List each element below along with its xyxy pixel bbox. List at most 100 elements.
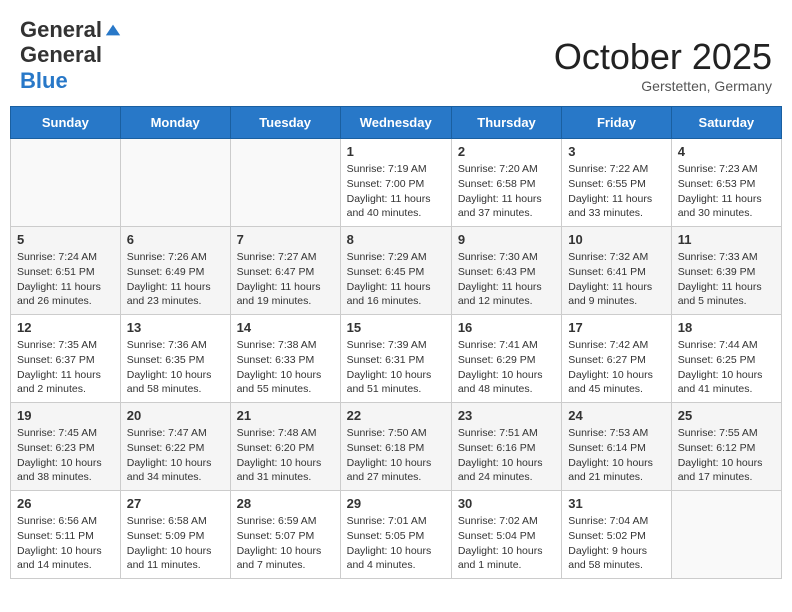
weekday-header-tuesday: Tuesday: [230, 107, 340, 139]
calendar-cell: 14 Sunrise: 7:38 AM Sunset: 6:33 PM Dayli…: [230, 315, 340, 403]
day-number: 21: [237, 408, 334, 423]
calendar-cell: 16 Sunrise: 7:41 AM Sunset: 6:29 PM Dayli…: [451, 315, 561, 403]
logo-blue-part: Blue: [20, 68, 68, 93]
day-number: 11: [678, 232, 775, 247]
day-number: 2: [458, 144, 555, 159]
calendar-cell: 9 Sunrise: 7:30 AM Sunset: 6:43 PM Daylig…: [451, 227, 561, 315]
month-title: October 2025: [554, 36, 772, 78]
logo-general-part: General: [20, 42, 102, 68]
calendar-cell: 21 Sunrise: 7:48 AM Sunset: 6:20 PM Dayli…: [230, 403, 340, 491]
calendar-cell: 30Sunrise: 7:02 AM Sunset: 5:04 PM Dayli…: [451, 491, 561, 579]
calendar-cell: 12 Sunrise: 7:35 AM Sunset: 6:37 PM Dayli…: [11, 315, 121, 403]
calendar-cell: 4 Sunrise: 7:23 AM Sunset: 6:53 PM Daylig…: [671, 139, 781, 227]
day-info: Sunrise: 7:45 AM Sunset: 6:23 PM Dayligh…: [17, 426, 114, 485]
day-number: 6: [127, 232, 224, 247]
calendar-cell: 1 Sunrise: 7:19 AM Sunset: 7:00 PM Daylig…: [340, 139, 451, 227]
day-info: Sunrise: 7:20 AM Sunset: 6:58 PM Dayligh…: [458, 162, 555, 221]
day-number: 28: [237, 496, 334, 511]
day-number: 29: [347, 496, 445, 511]
calendar-cell: [11, 139, 121, 227]
day-info: Sunrise: 7:55 AM Sunset: 6:12 PM Dayligh…: [678, 426, 775, 485]
day-info: Sunrise: 7:04 AM Sunset: 5:02 PM Dayligh…: [568, 514, 664, 573]
calendar-week-row: 12 Sunrise: 7:35 AM Sunset: 6:37 PM Dayli…: [11, 315, 782, 403]
logo-icon: [104, 21, 122, 39]
weekday-header-friday: Friday: [562, 107, 671, 139]
day-info: Sunrise: 7:36 AM Sunset: 6:35 PM Dayligh…: [127, 338, 224, 397]
day-number: 10: [568, 232, 664, 247]
day-info: Sunrise: 7:26 AM Sunset: 6:49 PM Dayligh…: [127, 250, 224, 309]
calendar-week-row: 1 Sunrise: 7:19 AM Sunset: 7:00 PM Daylig…: [11, 139, 782, 227]
calendar-cell: 13 Sunrise: 7:36 AM Sunset: 6:35 PM Dayli…: [120, 315, 230, 403]
day-info: Sunrise: 7:02 AM Sunset: 5:04 PM Dayligh…: [458, 514, 555, 573]
day-number: 23: [458, 408, 555, 423]
day-number: 22: [347, 408, 445, 423]
calendar-cell: 19 Sunrise: 7:45 AM Sunset: 6:23 PM Dayli…: [11, 403, 121, 491]
weekday-header-saturday: Saturday: [671, 107, 781, 139]
day-number: 4: [678, 144, 775, 159]
page-header: General General Blue October 2025 Gerste…: [10, 10, 782, 98]
day-number: 8: [347, 232, 445, 247]
day-number: 9: [458, 232, 555, 247]
day-number: 16: [458, 320, 555, 335]
calendar-cell: 29 Sunrise: 7:01 AM Sunset: 5:05 PM Dayli…: [340, 491, 451, 579]
calendar-cell: 15 Sunrise: 7:39 AM Sunset: 6:31 PM Dayli…: [340, 315, 451, 403]
day-number: 1: [347, 144, 445, 159]
day-number: 3: [568, 144, 664, 159]
day-info: Sunrise: 7:50 AM Sunset: 6:18 PM Dayligh…: [347, 426, 445, 485]
day-info: Sunrise: 7:30 AM Sunset: 6:43 PM Dayligh…: [458, 250, 555, 309]
weekday-header-thursday: Thursday: [451, 107, 561, 139]
calendar-cell: 23 Sunrise: 7:51 AM Sunset: 6:16 PM Dayli…: [451, 403, 561, 491]
day-number: 31: [568, 496, 664, 511]
day-info: Sunrise: 7:53 AM Sunset: 6:14 PM Dayligh…: [568, 426, 664, 485]
calendar-cell: 3Sunrise: 7:22 AM Sunset: 6:55 PM Daylig…: [562, 139, 671, 227]
day-info: Sunrise: 7:51 AM Sunset: 6:16 PM Dayligh…: [458, 426, 555, 485]
calendar-table: SundayMondayTuesdayWednesdayThursdayFrid…: [10, 106, 782, 579]
calendar-cell: 22 Sunrise: 7:50 AM Sunset: 6:18 PM Dayli…: [340, 403, 451, 491]
day-info: Sunrise: 7:39 AM Sunset: 6:31 PM Dayligh…: [347, 338, 445, 397]
calendar-cell: 17Sunrise: 7:42 AM Sunset: 6:27 PM Dayli…: [562, 315, 671, 403]
day-number: 14: [237, 320, 334, 335]
title-section: October 2025 Gerstetten, Germany: [554, 36, 772, 94]
day-number: 19: [17, 408, 114, 423]
calendar-cell: 7Sunrise: 7:27 AM Sunset: 6:47 PM Daylig…: [230, 227, 340, 315]
day-info: Sunrise: 7:35 AM Sunset: 6:37 PM Dayligh…: [17, 338, 114, 397]
calendar-cell: [230, 139, 340, 227]
day-number: 13: [127, 320, 224, 335]
day-number: 5: [17, 232, 114, 247]
weekday-header-monday: Monday: [120, 107, 230, 139]
day-info: Sunrise: 7:47 AM Sunset: 6:22 PM Dayligh…: [127, 426, 224, 485]
day-info: Sunrise: 6:59 AM Sunset: 5:07 PM Dayligh…: [237, 514, 334, 573]
calendar-cell: 31 Sunrise: 7:04 AM Sunset: 5:02 PM Dayli…: [562, 491, 671, 579]
day-info: Sunrise: 7:24 AM Sunset: 6:51 PM Dayligh…: [17, 250, 114, 309]
day-info: Sunrise: 7:41 AM Sunset: 6:29 PM Dayligh…: [458, 338, 555, 397]
day-info: Sunrise: 7:38 AM Sunset: 6:33 PM Dayligh…: [237, 338, 334, 397]
logo-general-text: General: [20, 18, 102, 42]
day-info: Sunrise: 7:23 AM Sunset: 6:53 PM Dayligh…: [678, 162, 775, 221]
day-number: 26: [17, 496, 114, 511]
calendar-cell: 8Sunrise: 7:29 AM Sunset: 6:45 PM Daylig…: [340, 227, 451, 315]
day-info: Sunrise: 6:56 AM Sunset: 5:11 PM Dayligh…: [17, 514, 114, 573]
day-info: Sunrise: 7:19 AM Sunset: 7:00 PM Dayligh…: [347, 162, 445, 221]
calendar-cell: [120, 139, 230, 227]
day-info: Sunrise: 6:58 AM Sunset: 5:09 PM Dayligh…: [127, 514, 224, 573]
calendar-cell: 25 Sunrise: 7:55 AM Sunset: 6:12 PM Dayli…: [671, 403, 781, 491]
calendar-cell: 26 Sunrise: 6:56 AM Sunset: 5:11 PM Dayli…: [11, 491, 121, 579]
day-info: Sunrise: 7:27 AM Sunset: 6:47 PM Dayligh…: [237, 250, 334, 309]
day-number: 27: [127, 496, 224, 511]
calendar-cell: 20 Sunrise: 7:47 AM Sunset: 6:22 PM Dayli…: [120, 403, 230, 491]
calendar-cell: 6 Sunrise: 7:26 AM Sunset: 6:49 PM Daylig…: [120, 227, 230, 315]
day-info: Sunrise: 7:32 AM Sunset: 6:41 PM Dayligh…: [568, 250, 664, 309]
day-info: Sunrise: 7:01 AM Sunset: 5:05 PM Dayligh…: [347, 514, 445, 573]
calendar-cell: [671, 491, 781, 579]
calendar-cell: 5 Sunrise: 7:24 AM Sunset: 6:51 PM Daylig…: [11, 227, 121, 315]
day-number: 15: [347, 320, 445, 335]
calendar-cell: 10 Sunrise: 7:32 AM Sunset: 6:41 PM Dayli…: [562, 227, 671, 315]
calendar-cell: 27 Sunrise: 6:58 AM Sunset: 5:09 PM Dayli…: [120, 491, 230, 579]
day-info: Sunrise: 7:48 AM Sunset: 6:20 PM Dayligh…: [237, 426, 334, 485]
calendar-week-row: 19 Sunrise: 7:45 AM Sunset: 6:23 PM Dayli…: [11, 403, 782, 491]
day-number: 18: [678, 320, 775, 335]
calendar-week-row: 26 Sunrise: 6:56 AM Sunset: 5:11 PM Dayli…: [11, 491, 782, 579]
day-number: 12: [17, 320, 114, 335]
day-number: 25: [678, 408, 775, 423]
day-number: 20: [127, 408, 224, 423]
